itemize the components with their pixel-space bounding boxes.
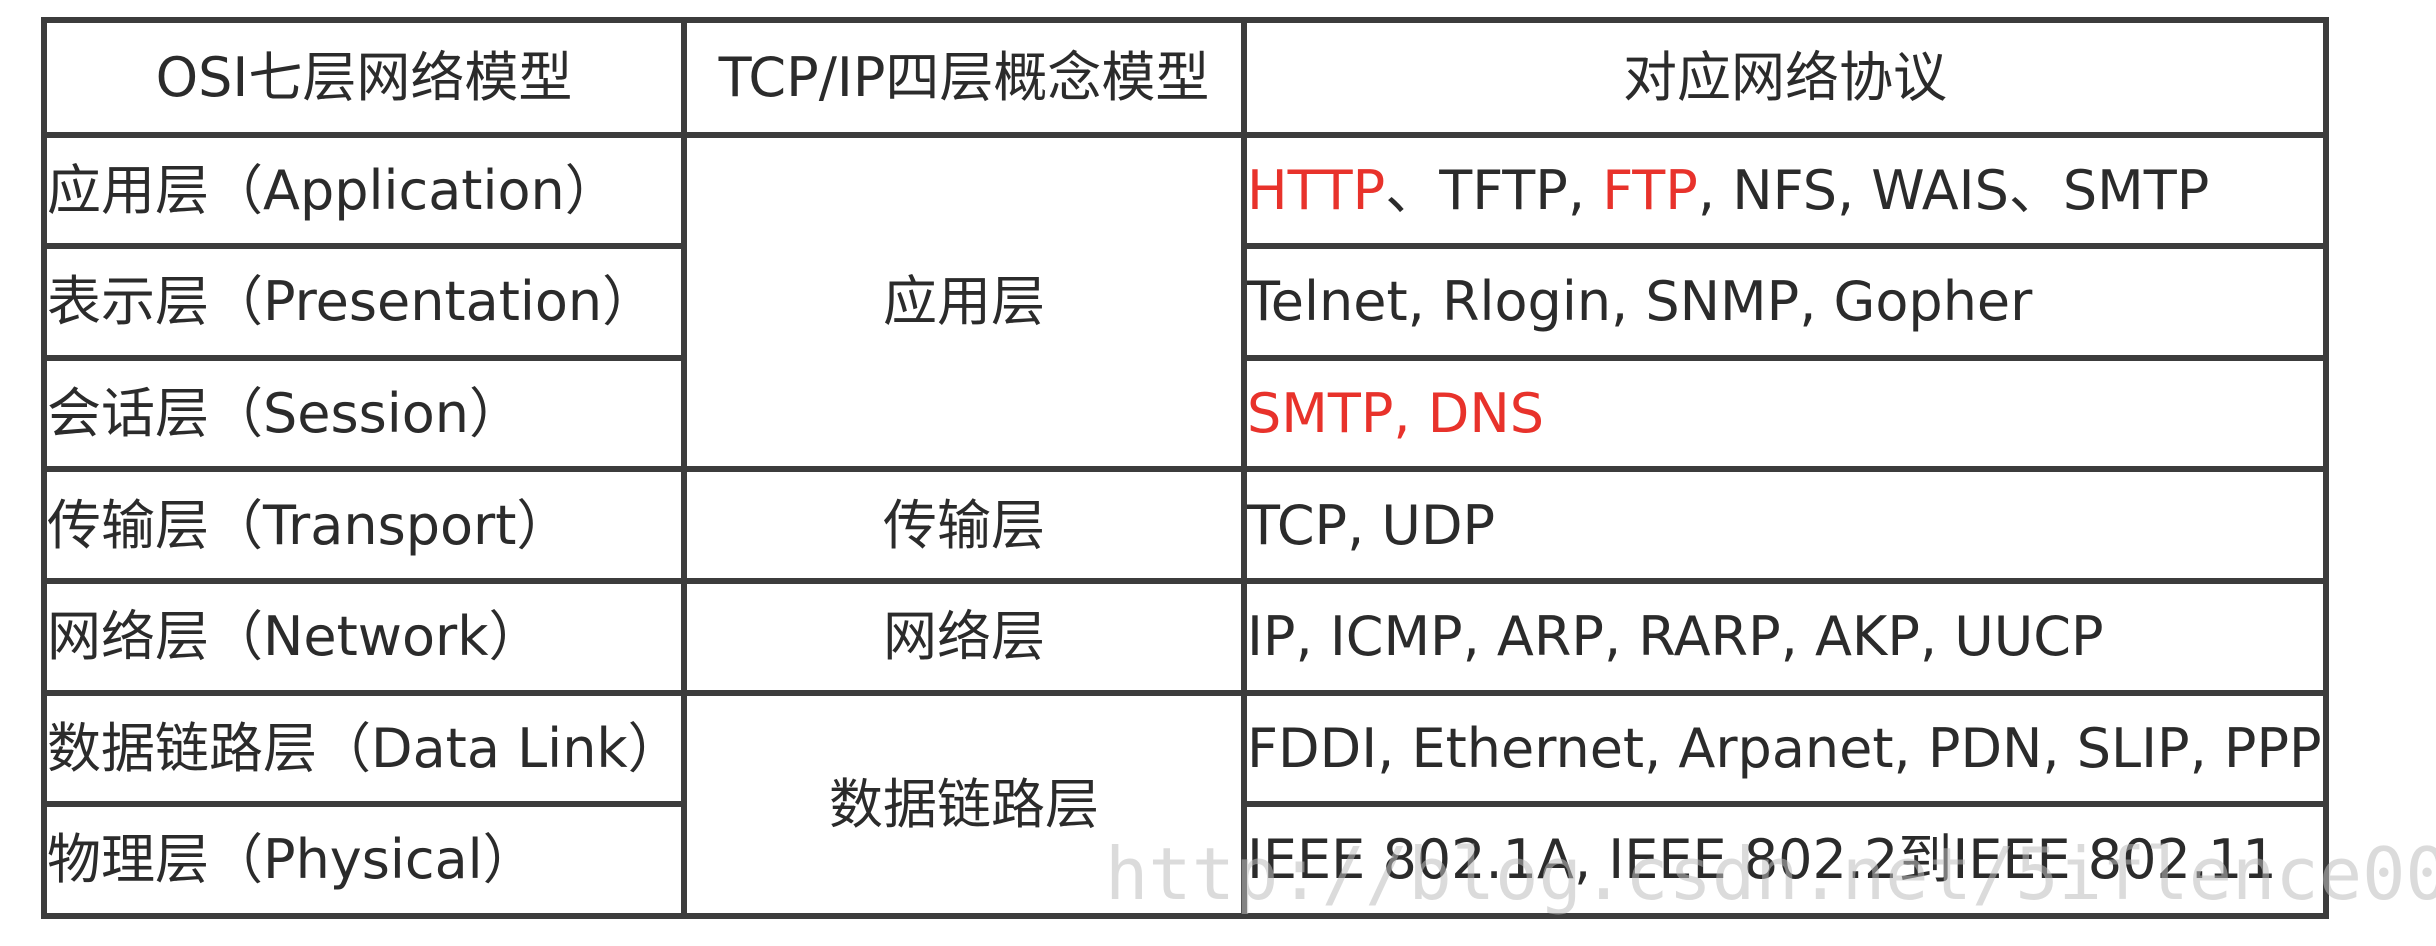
protocols-cell: Telnet, Rlogin, SNMP, Gopher: [1241, 243, 2329, 361]
osi-layer-cell: 网络层（Network）: [41, 578, 687, 696]
tcpip-layer-cell: 应用层: [681, 131, 1247, 473]
table-row: 网络层（Network） 网络层 IP, ICMP, ARP, RARP, AK…: [41, 578, 2329, 696]
protocol-text: FDDI, Ethernet, Arpanet, PDN, SLIP, PPP: [1247, 716, 2322, 780]
table-row: 数据链路层（Data Link） 数据链路层 FDDI, Ethernet, A…: [41, 689, 2329, 920]
header-osi-model: OSI七层网络模型: [41, 17, 687, 138]
protocol-text: SMTP, DNS: [1247, 381, 1544, 445]
table-row: 应用层（Application） 应用层 HTTP、TFTP, FTP, NFS…: [41, 131, 2329, 473]
osi-layer-cell: 物理层（Physical）: [41, 801, 687, 919]
protocols-cell: SMTP, DNS: [1241, 354, 2329, 473]
protocol-text: 、TFTP,: [1385, 158, 1603, 222]
osi-layer-cell: 传输层（Transport）: [41, 466, 687, 585]
protocol-text: IP, ICMP, ARP, RARP, AKP, UUCP: [1247, 605, 2104, 669]
osi-tcpip-protocol-table: OSI七层网络模型 TCP/IP四层概念模型 对应网络协议 应用层（Applic…: [41, 17, 2329, 920]
tcpip-layer-cell: 网络层: [681, 578, 1247, 696]
table-header-row: OSI七层网络模型 TCP/IP四层概念模型 对应网络协议: [41, 17, 2329, 138]
protocols-cell: HTTP、TFTP, FTP, NFS, WAIS、SMTP: [1241, 131, 2329, 250]
tcpip-layer-cell: 数据链路层: [681, 689, 1247, 920]
protocol-text: , NFS, WAIS、SMTP: [1697, 158, 2210, 222]
osi-layer-cell: 会话层（Session）: [41, 354, 687, 473]
header-protocols: 对应网络协议: [1241, 17, 2329, 138]
header-tcpip-model: TCP/IP四层概念模型: [681, 17, 1247, 138]
protocol-text: Telnet, Rlogin, SNMP, Gopher: [1247, 270, 2033, 334]
table-row: 传输层（Transport） 传输层 TCP, UDP: [41, 466, 2329, 585]
osi-layer-cell: 应用层（Application）: [41, 131, 687, 250]
protocol-text: HTTP: [1247, 158, 1386, 222]
protocol-text: IEEE 802.1A, IEEE 802.2到IEEE 802.11: [1247, 828, 2277, 892]
protocol-text: TCP, UDP: [1247, 493, 1496, 557]
protocols-cell: IP, ICMP, ARP, RARP, AKP, UUCP: [1241, 578, 2329, 696]
protocols-cell: TCP, UDP: [1241, 466, 2329, 585]
protocols-cell: FDDI, Ethernet, Arpanet, PDN, SLIP, PPP: [1241, 689, 2329, 808]
osi-layer-cell: 数据链路层（Data Link）: [41, 689, 687, 808]
osi-layer-cell: 表示层（Presentation）: [41, 243, 687, 361]
protocol-text: FTP: [1602, 158, 1698, 222]
tcpip-layer-cell: 传输层: [681, 466, 1247, 585]
protocols-cell: IEEE 802.1A, IEEE 802.2到IEEE 802.11: [1241, 801, 2329, 919]
